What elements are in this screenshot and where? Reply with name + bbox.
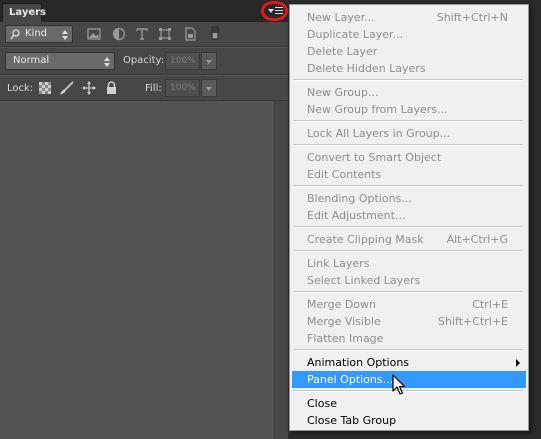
menu-item-animation-options[interactable]: Animation Options — [292, 354, 526, 371]
menu-item-label: Lock All Layers in Group... — [307, 127, 451, 140]
menu-item-flatten-image[interactable]: Flatten Image — [292, 330, 526, 347]
menu-item-shortcut: Ctrl+E — [472, 298, 508, 311]
filter-kind-label: Kind — [25, 28, 48, 39]
menu-separator — [293, 144, 523, 146]
panel-flyout-menu: New Layer... Shift+Ctrl+N Duplicate Layer.… — [289, 4, 529, 431]
panel-tab-bar: Layers — [0, 0, 288, 23]
smart-object-filter-icon[interactable] — [183, 27, 197, 41]
menu-item-label: Blending Options... — [307, 192, 412, 205]
menu-separator — [293, 390, 523, 392]
menu-item-label: Convert to Smart Object — [307, 151, 442, 164]
lock-position-icon[interactable] — [82, 81, 96, 95]
fill-dropdown[interactable] — [201, 79, 217, 97]
fill-label: Fill: — [145, 83, 162, 94]
menu-item-duplicate-layer[interactable]: Duplicate Layer... — [292, 26, 526, 43]
menu-item-label: New Group from Layers... — [307, 103, 448, 116]
layers-panel: Layers Kind Normal Opacity: 100% Lock: F… — [0, 0, 288, 439]
menu-item-lock-all-layers-in-group[interactable]: Lock All Layers in Group... — [292, 125, 526, 142]
menu-item-label: Close — [307, 397, 337, 410]
menu-item-merge-down[interactable]: Merge Down Ctrl+E — [292, 296, 526, 313]
menu-separator — [293, 120, 523, 122]
lock-image-icon[interactable] — [60, 81, 74, 95]
blend-mode-select[interactable]: Normal — [5, 52, 115, 70]
menu-item-shortcut: Shift+Ctrl+N — [436, 11, 508, 24]
lock-transparency-icon[interactable] — [39, 82, 51, 94]
fill-field[interactable]: 100% — [165, 79, 200, 97]
menu-item-new-group-from-layers[interactable]: New Group from Layers... — [292, 101, 526, 118]
annotation-circle — [261, 1, 288, 21]
menu-item-close[interactable]: Close — [292, 395, 526, 412]
menu-item-label: Duplicate Layer... — [307, 28, 404, 41]
menu-item-delete-layer[interactable]: Delete Layer — [292, 43, 526, 60]
menu-item-label: Edit Adjustment... — [307, 209, 406, 222]
menu-separator — [293, 79, 523, 81]
lock-all-icon[interactable] — [106, 81, 117, 95]
menu-item-panel-options[interactable]: Panel Options... — [292, 371, 526, 388]
submenu-arrow-icon — [516, 359, 520, 367]
menu-item-label: Edit Contents — [307, 168, 382, 181]
lock-row: Lock: Fill: 100% — [0, 76, 288, 101]
menu-item-label: Panel Options... — [307, 373, 394, 386]
layer-list-scrollbar[interactable] — [274, 101, 288, 439]
search-icon — [10, 29, 20, 40]
lock-label: Lock: — [7, 83, 34, 94]
opacity-dropdown[interactable] — [201, 52, 217, 70]
menu-item-create-clipping-mask[interactable]: Create Clipping Mask Alt+Ctrl+G — [292, 231, 526, 248]
menu-item-label: Delete Hidden Layers — [307, 62, 426, 75]
menu-item-label: Close Tab Group — [307, 414, 397, 427]
menu-item-shortcut: Shift+Ctrl+E — [438, 315, 508, 328]
menu-item-new-group[interactable]: New Group... — [292, 84, 526, 101]
menu-item-link-layers[interactable]: Link Layers — [292, 255, 526, 272]
filter-toggle-icon[interactable] — [208, 26, 222, 40]
adjustment-filter-icon[interactable] — [112, 27, 126, 41]
layer-list[interactable] — [0, 101, 274, 439]
tab-layers[interactable]: Layers — [2, 3, 46, 23]
menu-separator — [293, 185, 523, 187]
fill-value: 100% — [170, 83, 196, 93]
menu-item-label: Merge Visible — [307, 315, 381, 328]
menu-item-label: Select Linked Layers — [307, 274, 421, 287]
filter-row: Kind — [0, 22, 288, 46]
menu-item-delete-hidden-layers[interactable]: Delete Hidden Layers — [292, 60, 526, 77]
opacity-value: 100% — [170, 56, 196, 66]
menu-item-label: New Layer... — [307, 11, 375, 24]
menu-item-merge-visible[interactable]: Merge Visible Shift+Ctrl+E — [292, 313, 526, 330]
menu-separator — [293, 226, 523, 228]
menu-item-convert-to-smart-object[interactable]: Convert to Smart Object — [292, 149, 526, 166]
menu-item-edit-contents[interactable]: Edit Contents — [292, 166, 526, 183]
menu-item-edit-adjustment[interactable]: Edit Adjustment... — [292, 207, 526, 224]
pixel-filter-icon[interactable] — [87, 27, 101, 41]
menu-item-label: Link Layers — [307, 257, 370, 270]
menu-item-label: Delete Layer — [307, 45, 378, 58]
filter-kind-select[interactable]: Kind — [5, 25, 73, 43]
menu-item-label: Merge Down — [307, 298, 377, 311]
tab-layers-label: Layers — [9, 7, 46, 18]
menu-item-label: Create Clipping Mask — [307, 233, 424, 246]
menu-item-label: Animation Options — [307, 356, 410, 369]
menu-separator — [293, 349, 523, 351]
blend-row: Normal Opacity: 100% — [0, 48, 288, 74]
type-filter-icon[interactable] — [135, 27, 149, 41]
menu-item-new-layer[interactable]: New Layer... Shift+Ctrl+N — [292, 9, 526, 26]
blend-mode-value: Normal — [13, 55, 50, 66]
opacity-field[interactable]: 100% — [165, 52, 200, 70]
mouse-pointer-icon — [392, 374, 406, 395]
menu-item-select-linked-layers[interactable]: Select Linked Layers — [292, 272, 526, 289]
menu-separator — [293, 291, 523, 293]
menu-separator — [293, 250, 523, 252]
menu-item-label: Flatten Image — [307, 332, 384, 345]
shape-filter-icon[interactable] — [158, 27, 172, 41]
opacity-label: Opacity: — [123, 55, 165, 66]
menu-item-shortcut: Alt+Ctrl+G — [446, 233, 508, 246]
menu-item-blending-options[interactable]: Blending Options... — [292, 190, 526, 207]
menu-item-close-tab-group[interactable]: Close Tab Group — [292, 412, 526, 429]
menu-item-label: New Group... — [307, 86, 379, 99]
